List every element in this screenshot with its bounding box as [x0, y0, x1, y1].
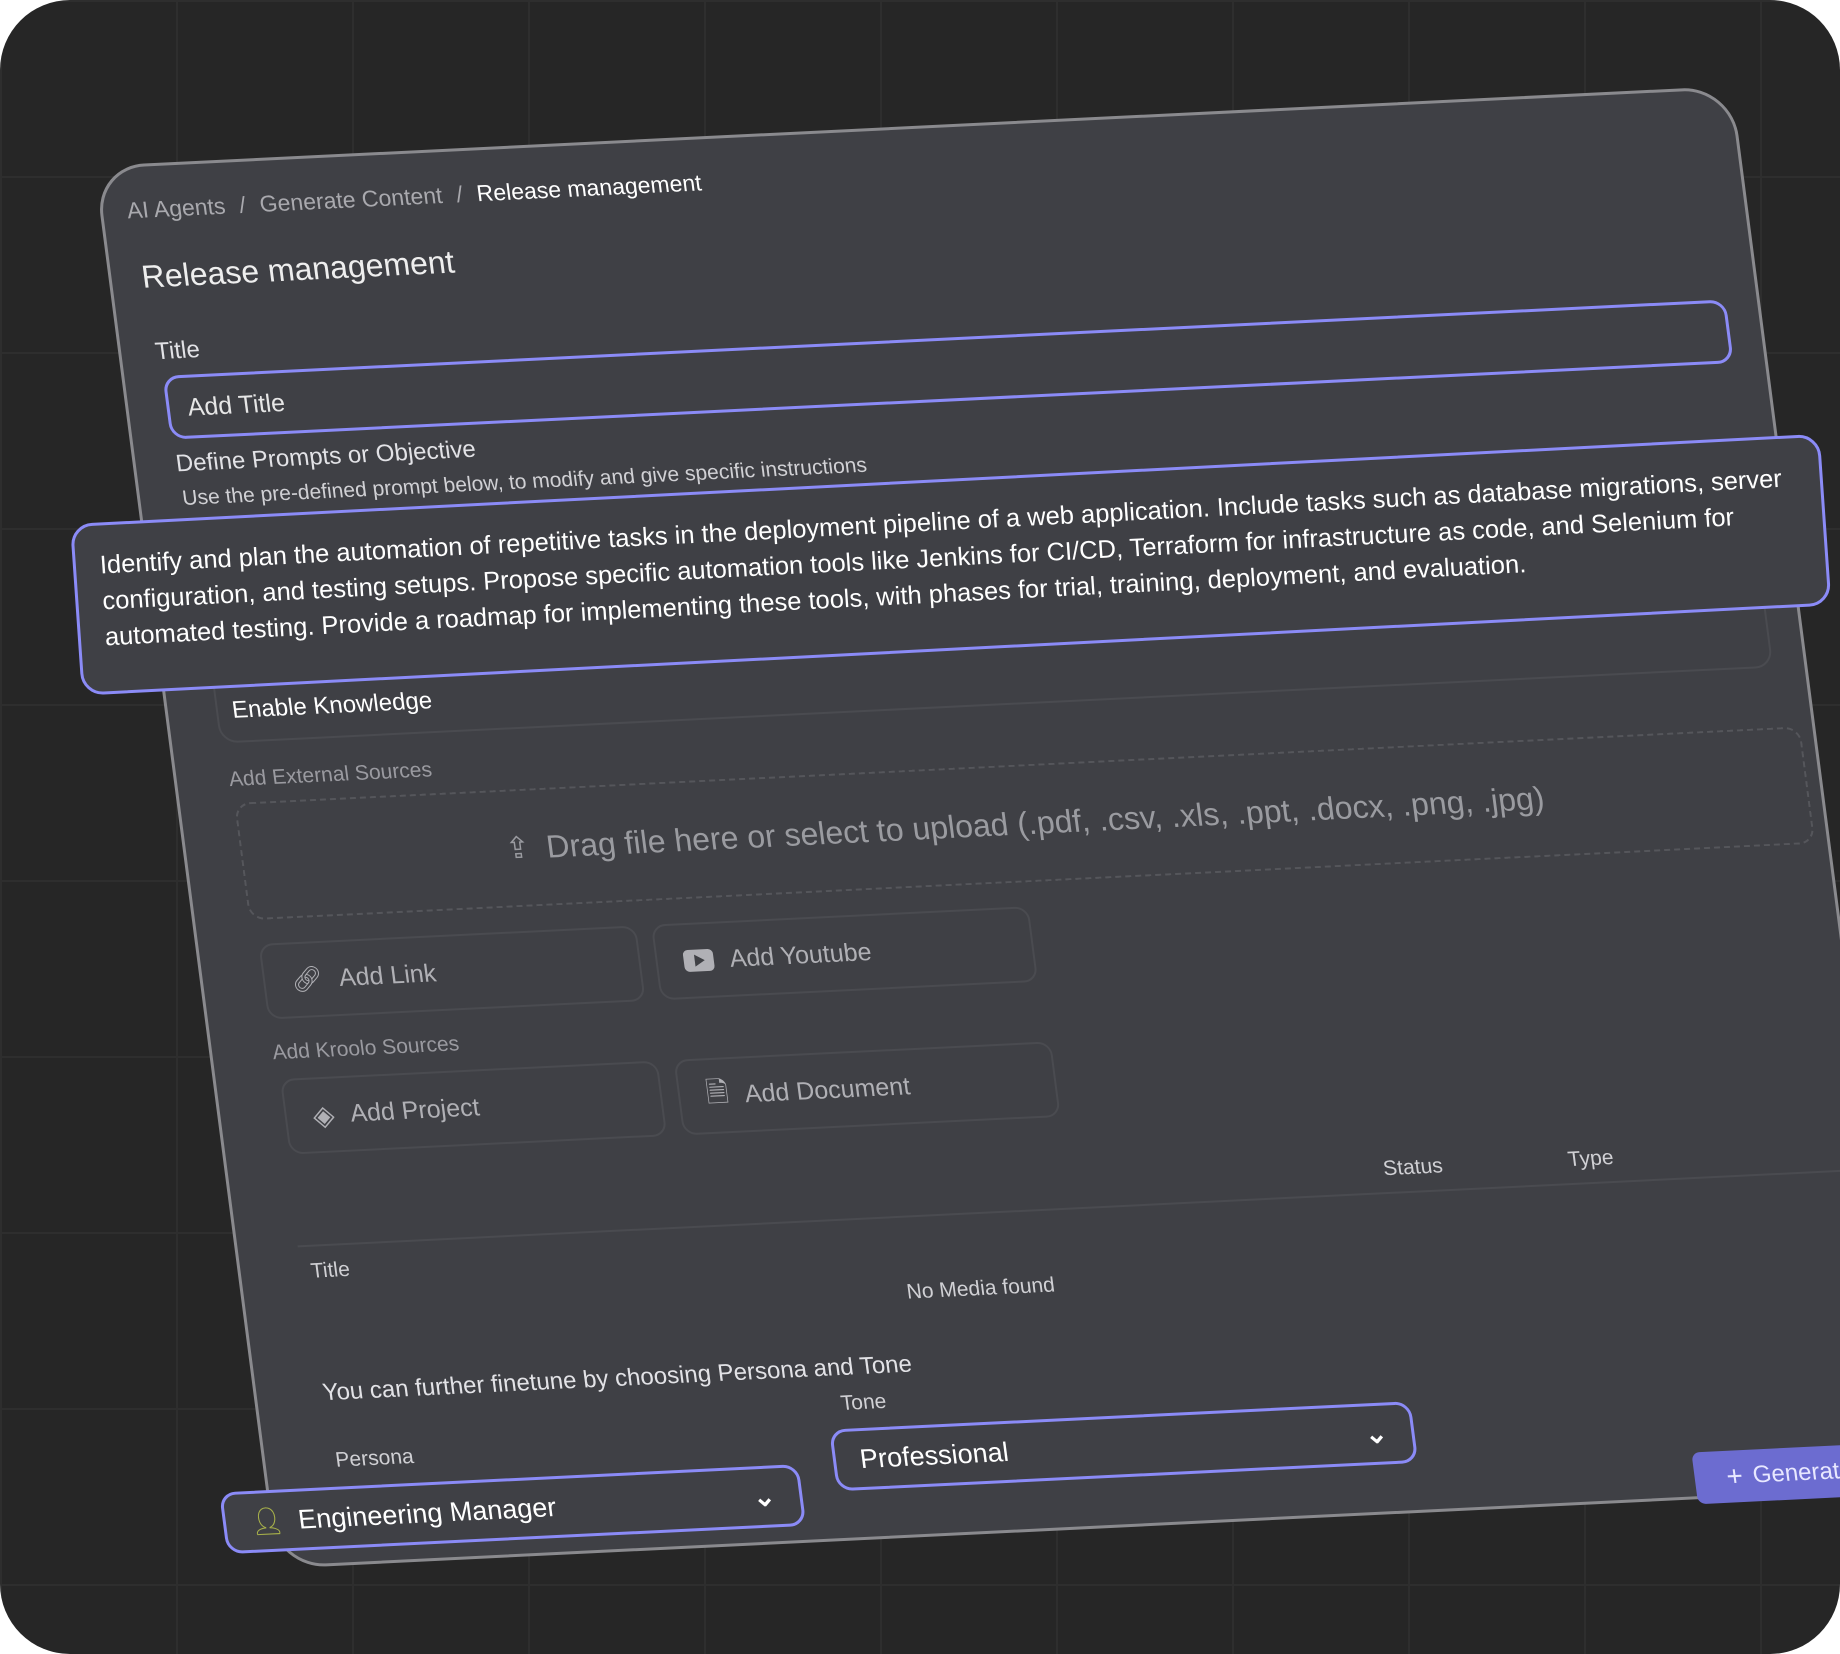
add-youtube-label: Add Youtube [727, 937, 874, 973]
page-title: Release management [139, 243, 457, 295]
tone-value: Professional [858, 1436, 1011, 1474]
add-youtube-button[interactable]: Add Youtube [650, 906, 1039, 1001]
column-type[interactable]: Type [1566, 1146, 1615, 1172]
persona-select[interactable]: 👤︎ Engineering Manager ⌄ [219, 1464, 807, 1555]
breadcrumb-generate-content[interactable]: Generate Content [258, 182, 444, 218]
link-icon: 🔗︎ [289, 964, 325, 994]
layers-icon: ◈ [310, 1098, 337, 1131]
content-card: AI Agents / Generate Content / Release man… [94, 85, 1840, 1569]
generate-label: Generate [1751, 1456, 1840, 1489]
breadcrumb-ai-agents[interactable]: AI Agents [125, 193, 227, 225]
file-dropzone[interactable]: ⇪ Drag file here or select to upload (.p… [234, 726, 1816, 921]
kroolo-sources-label: Add Kroolo Sources [271, 1032, 461, 1065]
dropzone-text: Drag file here or select to upload (.pdf… [543, 779, 1547, 865]
youtube-icon [682, 948, 716, 973]
add-project-label: Add Project [348, 1092, 482, 1128]
background: AI Agents / Generate Content / Release man… [0, 0, 1840, 1654]
add-project-button[interactable]: ◈ Add Project [279, 1060, 668, 1155]
table-divider [297, 1169, 1840, 1248]
breadcrumb-separator: / [237, 191, 248, 218]
persona-icon: 👤︎ [248, 1505, 287, 1537]
breadcrumb: AI Agents / Generate Content / Release man… [125, 169, 703, 224]
plus-icon: + [1724, 1460, 1745, 1492]
column-status[interactable]: Status [1382, 1154, 1445, 1181]
breadcrumb-separator: / [454, 181, 465, 208]
finetune-text: You can further finetune by choosing Per… [320, 1350, 914, 1407]
persona-label: Persona [333, 1444, 416, 1472]
chevron-down-icon: ⌄ [750, 1480, 778, 1512]
column-title[interactable]: Title [309, 1258, 351, 1284]
add-link-label: Add Link [337, 958, 438, 992]
title-input[interactable]: Add Title [162, 299, 1734, 440]
title-label: Title [153, 336, 202, 366]
add-document-label: Add Document [742, 1071, 912, 1108]
enable-knowledge-label: Enable Knowledge [230, 687, 434, 724]
external-sources-label: Add External Sources [227, 758, 434, 792]
breadcrumb-current: Release management [474, 169, 704, 207]
add-link-button[interactable]: 🔗︎ Add Link [258, 925, 646, 1020]
title-placeholder: Add Title [185, 389, 287, 422]
generate-button[interactable]: + Generate [1691, 1443, 1840, 1505]
document-icon: 🗎︎ [703, 1076, 731, 1109]
persona-value: Engineering Manager [296, 1491, 558, 1535]
add-document-button[interactable]: 🗎︎ Add Document [673, 1041, 1061, 1136]
empty-table-message: No Media found [905, 1273, 1057, 1304]
tone-select[interactable]: Professional ⌄ [829, 1401, 1419, 1492]
prompt-label: Define Prompts or Objective [174, 435, 478, 478]
tone-label: Tone [839, 1389, 888, 1415]
chevron-down-icon: ⌄ [1362, 1417, 1390, 1449]
upload-cloud-icon: ⇪ [503, 831, 533, 866]
